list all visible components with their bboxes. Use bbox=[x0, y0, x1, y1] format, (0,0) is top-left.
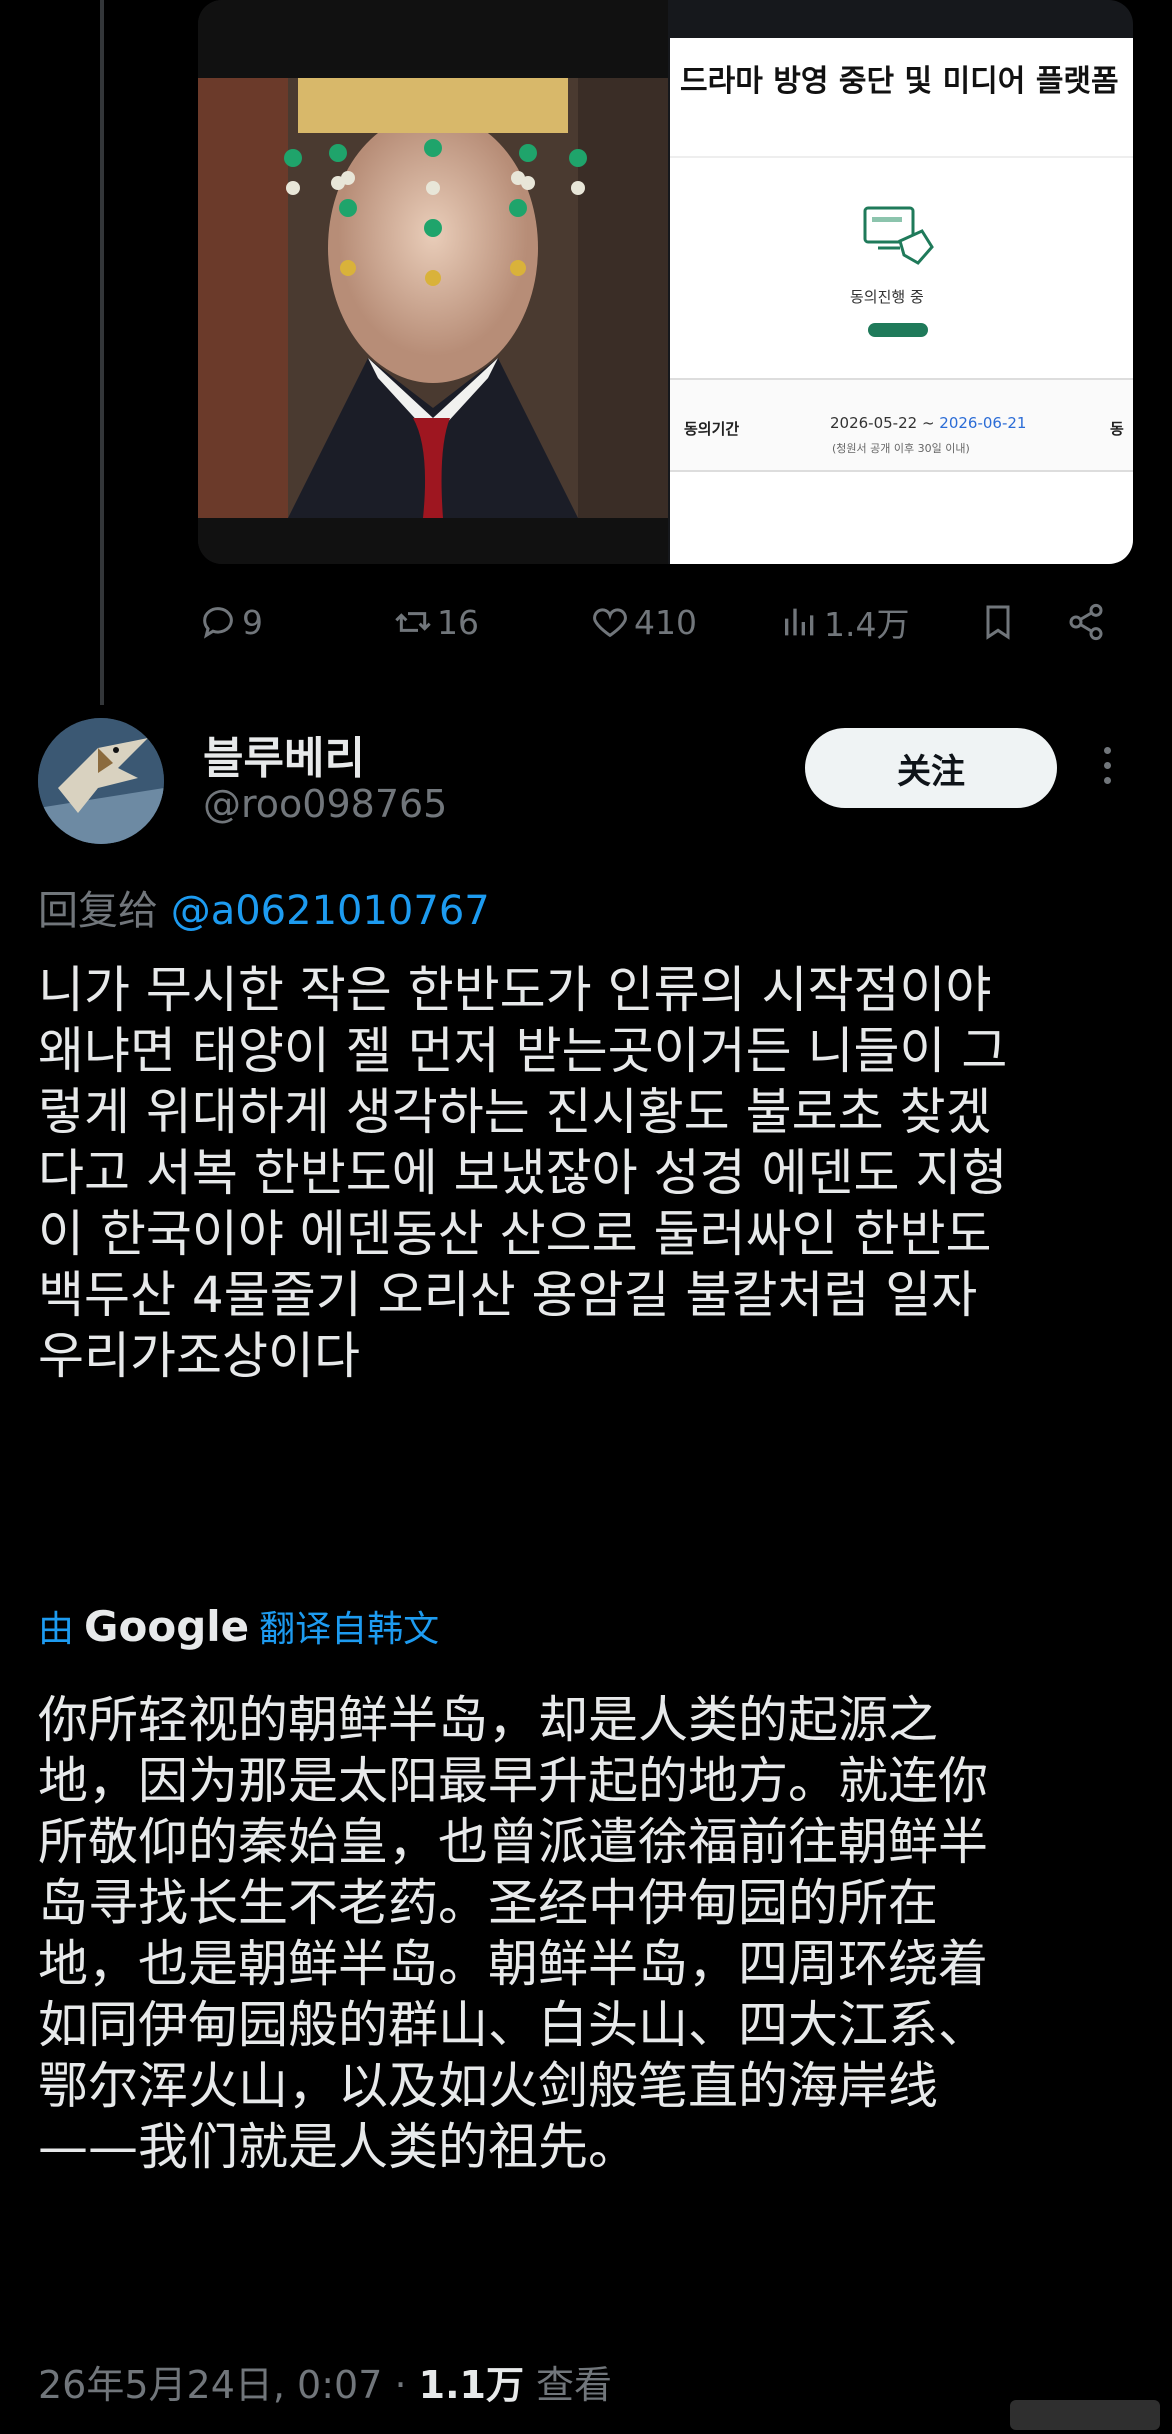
action-bar: 9 16 410 1.4万 bbox=[198, 594, 1118, 650]
computer-hand-icon bbox=[863, 206, 934, 265]
period-label: 동의기간 bbox=[684, 420, 740, 438]
translated-line: 你所轻视的朝鲜半岛，却是人类的起源之 bbox=[38, 1691, 938, 1749]
translated-line: ——我们就是人类的祖先。 bbox=[38, 2118, 638, 2176]
views-suffix: 查看 bbox=[523, 2363, 613, 2407]
eagle-avatar-image bbox=[38, 718, 164, 844]
watermark bbox=[1010, 2400, 1160, 2430]
author-name[interactable]: 블루베리 bbox=[203, 722, 365, 786]
period-dates: 2026-05-22 ~ 2026-06-21 bbox=[830, 414, 1026, 432]
author-handle[interactable]: @roo098765 bbox=[203, 782, 447, 826]
cut-label: 동 bbox=[1110, 420, 1124, 438]
original-post-text: 니가 무시한 작은 한반도가 인류의 시작점이야 왜냐면 태양이 젤 먼저 받는… bbox=[38, 960, 1138, 1387]
drama-still-image[interactable] bbox=[198, 0, 668, 564]
petition-status: 동의진행 중 bbox=[850, 288, 924, 306]
share-button[interactable] bbox=[1066, 594, 1110, 650]
views-button[interactable]: 1.4万 bbox=[780, 594, 909, 650]
petition-screenshot[interactable]: 드라마 방영 중단 및 미디어 플랫폼 동의진행 중 동의기간 2026-05-… bbox=[670, 38, 1133, 564]
status-pill bbox=[868, 323, 928, 337]
reply-button[interactable]: 9 bbox=[198, 594, 263, 650]
period-row: 동의기간 2026-05-22 ~ 2026-06-21 (청원서 공개 이후 … bbox=[670, 378, 1133, 472]
reply-to-line: 回复给 @a0621010767 bbox=[38, 878, 490, 936]
translate-suffix: 翻译自韩文 bbox=[259, 1609, 440, 1650]
original-line: 니가 무시한 작은 한반도가 인류의 시작점이야 bbox=[38, 961, 992, 1019]
divider bbox=[670, 156, 1133, 158]
media-card[interactable]: 드라마 방영 중단 및 미디어 플랫폼 동의진행 중 동의기간 2026-05-… bbox=[198, 0, 1133, 564]
reply-icon bbox=[203, 607, 233, 639]
more-options-icon[interactable] bbox=[1095, 742, 1119, 798]
actor-portrait-image bbox=[198, 78, 668, 518]
original-line: 우리가조상이다 bbox=[38, 1327, 360, 1385]
bookmark-button[interactable] bbox=[978, 594, 1022, 650]
like-button[interactable]: 410 bbox=[590, 594, 697, 650]
reply-to-prefix: 回复给 bbox=[38, 888, 171, 934]
translated-line: 地，也是朝鲜半岛。朝鲜半岛，四周环绕着 bbox=[38, 1935, 988, 1993]
view-count: 1.1万 bbox=[418, 2363, 524, 2407]
repost-button[interactable]: 16 bbox=[393, 594, 479, 650]
original-line: 왜냐면 태양이 젤 먼저 받는곳이거든 니들이 그 bbox=[38, 1022, 1008, 1080]
period-note: (청원서 공개 이후 30일 이내) bbox=[832, 442, 970, 455]
bookmark-icon bbox=[986, 605, 1010, 640]
thread-connector-line bbox=[100, 0, 104, 705]
analytics-icon bbox=[785, 608, 814, 636]
translated-line: 鄂尔浑火山，以及如火剑般笔直的海岸线 bbox=[38, 2057, 938, 2115]
translated-line: 所敬仰的秦始皇，也曾派遣徐福前往朝鲜半 bbox=[38, 1813, 988, 1871]
views-count: 1.4万 bbox=[824, 605, 910, 644]
translated-line: 如同伊甸园般的群山、白头山、四大江系、 bbox=[38, 1996, 988, 2054]
share-icon bbox=[1069, 603, 1103, 641]
translated-post-text: 你所轻视的朝鲜半岛，却是人类的起源之 地，因为那是太阳最早升起的地方。就连你 所… bbox=[38, 1690, 1148, 2178]
reply-count: 9 bbox=[242, 602, 263, 642]
translation-attribution[interactable]: 由 Google 翻译自韩文 bbox=[38, 1600, 439, 1652]
date-start: 2026-05-22 ~ bbox=[830, 414, 940, 432]
post-meta: 26年5月24日, 0:07 · 1.1万 查看 bbox=[38, 2354, 612, 2409]
repost-count: 16 bbox=[437, 602, 479, 642]
google-logo: Google bbox=[84, 1601, 250, 1651]
original-line: 렇게 위대하게 생각하는 진시황도 불로초 찾겠 bbox=[38, 1083, 992, 1141]
repost-icon bbox=[395, 612, 431, 632]
translated-line: 岛寻找长生不老药。圣经中伊甸园的所在 bbox=[38, 1874, 938, 1932]
heart-icon bbox=[593, 608, 627, 638]
reply-to-mention[interactable]: @a0621010767 bbox=[171, 888, 490, 934]
petition-title: 드라마 방영 중단 및 미디어 플랫폼 bbox=[680, 64, 1119, 99]
avatar[interactable] bbox=[38, 718, 164, 844]
like-count: 410 bbox=[634, 602, 697, 642]
timestamp[interactable]: 26年5月24日, 0:07 · bbox=[38, 2363, 419, 2407]
date-end: 2026-06-21 bbox=[939, 414, 1027, 432]
original-line: 백두산 4물줄기 오리산 용암길 불칼처럼 일자 bbox=[38, 1266, 978, 1324]
translate-by: 由 bbox=[38, 1609, 75, 1650]
follow-button[interactable]: 关注 bbox=[805, 728, 1057, 808]
original-line: 다고 서복 한반도에 보냈잖아 성경 에덴도 지형 bbox=[38, 1144, 1008, 1202]
translated-line: 地，因为那是太阳最早升起的地方。就连你 bbox=[38, 1752, 988, 1810]
original-line: 이 한국이야 에덴동산 산으로 둘러싸인 한반도 bbox=[38, 1205, 992, 1263]
